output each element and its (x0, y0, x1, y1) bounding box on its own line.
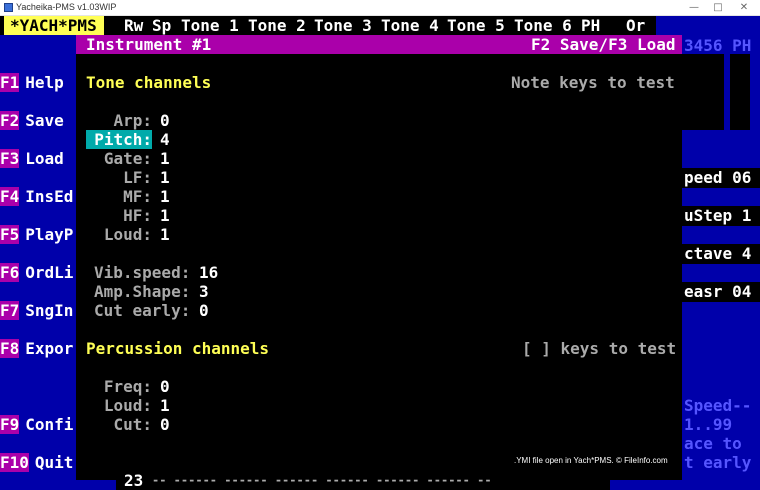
perc-loud-value[interactable]: 1 (160, 396, 170, 415)
dos-screen: *YACH*PMS Rw Sp Tone 1 Tone 2 Tone 3 Ton… (0, 16, 760, 490)
cut-early-value[interactable]: 0 (199, 301, 209, 320)
fkey-f6[interactable]: F6 OrdLi (0, 263, 73, 282)
minimize-icon[interactable]: — (684, 1, 704, 14)
help-line-3: ace to (684, 434, 742, 453)
pattern-block-b (730, 54, 750, 130)
fkey-f2[interactable]: F2 Save (0, 111, 64, 130)
fkey-f10[interactable]: F10 Quit (0, 453, 73, 472)
watermark: .YMI file open in Yach*PMS. © FileInfo.c… (514, 456, 668, 465)
maximize-icon[interactable]: □ (708, 1, 728, 14)
help-line-1: Speed-- (684, 396, 752, 415)
menu-col-or[interactable]: Or (626, 16, 645, 35)
fkey-f5[interactable]: F5 PlayP (0, 225, 73, 244)
hf-label: HF: (123, 206, 152, 225)
tone-test-hint: Note keys to test (511, 73, 675, 92)
vib-speed-value[interactable]: 16 (199, 263, 218, 282)
fkey-f8[interactable]: F8 Expor (0, 339, 73, 358)
fkey-f1[interactable]: F1 Help (0, 73, 64, 92)
pattern-block-a (682, 54, 724, 130)
loud-label: Loud: (103, 225, 152, 244)
pitch-label-selected[interactable]: Pitch: (86, 130, 152, 149)
save-load-hint: F2 Save/F3 Load (531, 35, 676, 54)
cut-value[interactable]: 0 (160, 415, 170, 434)
vib-speed-label: Vib.speed: (94, 263, 191, 282)
percussion-channels-heading: Percussion channels (86, 339, 270, 358)
measure-value[interactable]: easr 04 (684, 282, 751, 301)
cut-early-label: Cut early: (94, 301, 191, 320)
gate-value[interactable]: 1 (160, 149, 170, 168)
menu-col-tone6[interactable]: Tone 6 (514, 16, 572, 35)
hf-value[interactable]: 1 (160, 206, 170, 225)
menu-col-rw[interactable]: Rw (124, 16, 143, 35)
menu-col-sp[interactable]: Sp (152, 16, 171, 35)
cut-label: Cut: (113, 415, 152, 434)
help-line-4: t early (684, 453, 752, 472)
arp-value[interactable]: 0 (160, 111, 170, 130)
freq-label: Freq: (103, 377, 152, 396)
app-logo: *YACH*PMS (4, 16, 104, 35)
row-number: 23 (124, 471, 144, 490)
instrument-title: Instrument #1 (86, 35, 212, 54)
menu-col-tone1[interactable]: Tone 1 (181, 16, 239, 35)
arp-label: Arp: (113, 111, 152, 130)
row-dots: -- ------ ------ ------ ------ ------ --… (152, 473, 492, 487)
fkey-f7[interactable]: F7 SngIn (0, 301, 73, 320)
amp-shape-value[interactable]: 3 (199, 282, 209, 301)
loud-value[interactable]: 1 (160, 225, 170, 244)
lf-label: LF: (123, 168, 152, 187)
lf-value[interactable]: 1 (160, 168, 170, 187)
header-right-text: 3456 PH (684, 36, 752, 55)
menu-col-ph[interactable]: PH (581, 16, 600, 35)
octave-value[interactable]: ctave 4 (684, 244, 751, 263)
close-icon[interactable]: ✕ (734, 1, 754, 14)
menu-col-tone2[interactable]: Tone 2 (248, 16, 306, 35)
speed-value[interactable]: peed 06 (684, 168, 751, 187)
gate-label: Gate: (103, 149, 152, 168)
menu-col-tone5[interactable]: Tone 5 (447, 16, 505, 35)
menu-col-tone4[interactable]: Tone 4 (381, 16, 439, 35)
perc-loud-label: Loud: (103, 396, 152, 415)
fkey-f4[interactable]: F4 InsEd (0, 187, 73, 206)
amp-shape-label: Amp.Shape: (94, 282, 191, 301)
mf-label: MF: (123, 187, 152, 206)
app-icon (4, 3, 13, 12)
freq-value[interactable]: 0 (160, 377, 170, 396)
window-title: Yacheika-PMS v1.03WIP (16, 2, 117, 12)
window-titlebar: Yacheika-PMS v1.03WIP — □ ✕ (0, 0, 760, 16)
help-line-2: 1..99 (684, 415, 733, 434)
pitch-value[interactable]: 4 (160, 130, 170, 149)
ustep-value[interactable]: uStep 1 (684, 206, 751, 225)
fkey-f3[interactable]: F3 Load (0, 149, 64, 168)
menu-col-tone3[interactable]: Tone 3 (314, 16, 372, 35)
mf-value[interactable]: 1 (160, 187, 170, 206)
percussion-test-hint: [ ] keys to test (522, 339, 677, 358)
fkey-f9[interactable]: F9 Confi (0, 415, 73, 434)
tone-channels-heading: Tone channels (86, 73, 212, 92)
